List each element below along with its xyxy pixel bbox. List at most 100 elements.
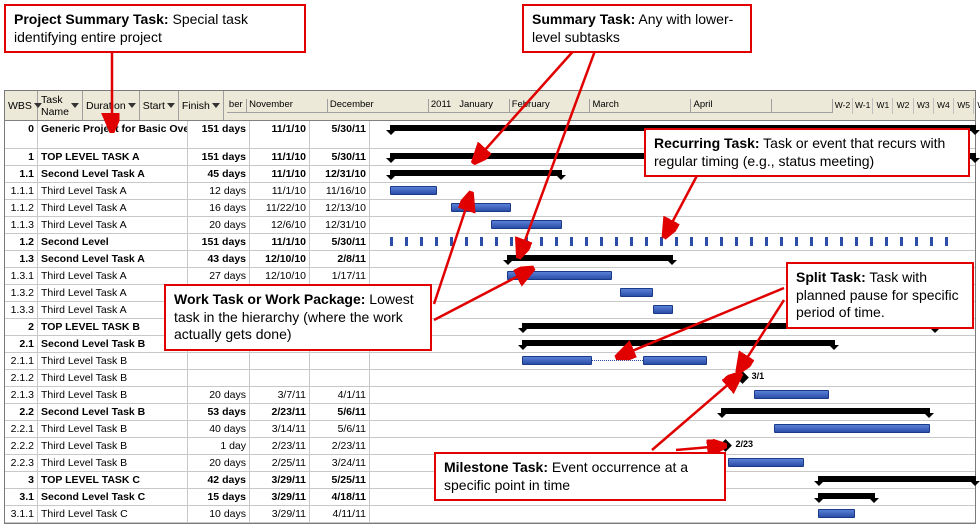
duration-cell[interactable]: 27 days	[188, 268, 250, 284]
task-name-cell[interactable]: Third Level Task B	[38, 370, 188, 386]
work-bar[interactable]	[754, 390, 829, 399]
gantt-chart-cell[interactable]	[370, 421, 975, 437]
start-cell[interactable]: 11/22/10	[250, 200, 310, 216]
finish-cell[interactable]	[310, 370, 370, 386]
wbs-cell[interactable]: 1.1.1	[5, 183, 38, 199]
task-row[interactable]: 2.2.1Third Level Task B40 days3/14/115/6…	[5, 421, 975, 438]
col-header-finish[interactable]: Finish	[179, 91, 224, 120]
work-bar[interactable]	[728, 458, 805, 467]
task-row[interactable]: 2.2Second Level Task B53 days2/23/115/6/…	[5, 404, 975, 421]
start-cell[interactable]: 12/10/10	[250, 251, 310, 267]
finish-cell[interactable]: 11/16/10	[310, 183, 370, 199]
col-header-duration[interactable]: Duration	[83, 91, 140, 120]
wbs-cell[interactable]: 3.1.1	[5, 506, 38, 522]
task-name-cell[interactable]: Third Level Task B	[38, 455, 188, 471]
wbs-cell[interactable]: 3	[5, 472, 38, 488]
gantt-chart-cell[interactable]	[370, 404, 975, 420]
wbs-cell[interactable]: 2.1	[5, 336, 38, 352]
col-header-start[interactable]: Start	[140, 91, 179, 120]
duration-cell[interactable]: 20 days	[188, 217, 250, 233]
work-bar[interactable]	[620, 288, 652, 297]
gantt-chart-cell[interactable]	[370, 506, 975, 522]
start-cell[interactable]: 11/1/10	[250, 183, 310, 199]
recurring-ticks[interactable]	[390, 237, 960, 246]
gantt-chart-cell[interactable]	[370, 353, 975, 369]
finish-cell[interactable]: 2/8/11	[310, 251, 370, 267]
start-cell[interactable]: 3/7/11	[250, 387, 310, 403]
task-name-cell[interactable]: Generic Project for Basic Overview	[38, 121, 188, 148]
task-name-cell[interactable]: Third Level Task A	[38, 217, 188, 233]
summary-bar[interactable]	[390, 170, 562, 176]
duration-cell[interactable]	[188, 353, 250, 369]
task-row[interactable]: 1.1.3Third Level Task A20 days12/6/1012/…	[5, 217, 975, 234]
finish-cell[interactable]: 5/30/11	[310, 121, 370, 148]
finish-cell[interactable]: 3/24/11	[310, 455, 370, 471]
finish-cell[interactable]: 2/23/11	[310, 438, 370, 454]
finish-cell[interactable]: 12/13/10	[310, 200, 370, 216]
duration-cell[interactable]: 45 days	[188, 166, 250, 182]
task-name-cell[interactable]: TOP LEVEL TASK C	[38, 472, 188, 488]
task-name-cell[interactable]: Second Level Task A	[38, 166, 188, 182]
task-row[interactable]: 1.1.2Third Level Task A16 days11/22/1012…	[5, 200, 975, 217]
duration-cell[interactable]: 12 days	[188, 183, 250, 199]
work-bar[interactable]	[451, 203, 512, 212]
finish-cell[interactable]: 4/1/11	[310, 387, 370, 403]
duration-cell[interactable]: 53 days	[188, 404, 250, 420]
task-row[interactable]: 3.1.1Third Level Task C10 days3/29/114/1…	[5, 506, 975, 523]
milestone-diamond-icon[interactable]	[720, 439, 733, 452]
wbs-cell[interactable]: 1.3	[5, 251, 38, 267]
wbs-cell[interactable]: 2.2.1	[5, 421, 38, 437]
start-cell[interactable]: 2/25/11	[250, 455, 310, 471]
task-row[interactable]: 2.1Second Level Task B	[5, 336, 975, 353]
start-cell[interactable]	[250, 370, 310, 386]
task-name-cell[interactable]: Second Level Task C	[38, 489, 188, 505]
start-cell[interactable]: 12/10/10	[250, 268, 310, 284]
start-cell[interactable]: 3/29/11	[250, 472, 310, 488]
task-name-cell[interactable]: Third Level Task A	[38, 200, 188, 216]
finish-cell[interactable]: 1/17/11	[310, 268, 370, 284]
task-name-cell[interactable]: Third Level Task B	[38, 387, 188, 403]
col-header-wbs[interactable]: WBS	[5, 91, 38, 120]
duration-cell[interactable]: 42 days	[188, 472, 250, 488]
work-bar[interactable]	[818, 509, 854, 518]
wbs-cell[interactable]: 1.2	[5, 234, 38, 250]
start-cell[interactable]	[250, 353, 310, 369]
duration-cell[interactable]: 151 days	[188, 234, 250, 250]
gantt-chart-cell[interactable]	[370, 183, 975, 199]
duration-cell[interactable]: 20 days	[188, 387, 250, 403]
gantt-chart-cell[interactable]: 3/1	[370, 370, 975, 386]
finish-cell[interactable]: 5/6/11	[310, 421, 370, 437]
gantt-chart-cell[interactable]	[370, 336, 975, 352]
start-cell[interactable]: 3/29/11	[250, 506, 310, 522]
duration-cell[interactable]: 151 days	[188, 149, 250, 165]
task-row[interactable]: 1.1.1Third Level Task A12 days11/1/1011/…	[5, 183, 975, 200]
duration-cell[interactable]	[188, 370, 250, 386]
wbs-cell[interactable]: 2.1.1	[5, 353, 38, 369]
work-bar[interactable]	[390, 186, 436, 195]
start-cell[interactable]: 12/6/10	[250, 217, 310, 233]
task-row[interactable]: 2.1.2Third Level Task B 3/1	[5, 370, 975, 387]
finish-cell[interactable]: 4/18/11	[310, 489, 370, 505]
wbs-cell[interactable]: 0	[5, 121, 38, 148]
wbs-cell[interactable]: 1.3.2	[5, 285, 38, 301]
work-bar[interactable]	[643, 356, 708, 365]
finish-cell[interactable]: 4/11/11	[310, 506, 370, 522]
start-cell[interactable]: 2/23/11	[250, 438, 310, 454]
wbs-cell[interactable]: 2.1.3	[5, 387, 38, 403]
duration-cell[interactable]: 20 days	[188, 455, 250, 471]
start-cell[interactable]: 3/29/11	[250, 489, 310, 505]
work-bar[interactable]	[522, 356, 593, 365]
wbs-cell[interactable]: 1.1.3	[5, 217, 38, 233]
task-name-cell[interactable]: Third Level Task B	[38, 421, 188, 437]
wbs-cell[interactable]: 2.1.2	[5, 370, 38, 386]
wbs-cell[interactable]: 1.3.1	[5, 268, 38, 284]
duration-cell[interactable]: 10 days	[188, 506, 250, 522]
work-bar[interactable]	[774, 424, 930, 433]
wbs-cell[interactable]: 1.1.2	[5, 200, 38, 216]
task-name-cell[interactable]: Third Level Task A	[38, 268, 188, 284]
wbs-cell[interactable]: 3.1	[5, 489, 38, 505]
task-name-cell[interactable]: Second Level Task B	[38, 404, 188, 420]
summary-bar[interactable]	[818, 476, 976, 482]
work-bar[interactable]	[491, 220, 562, 229]
milestone-diamond-icon[interactable]	[736, 371, 749, 384]
